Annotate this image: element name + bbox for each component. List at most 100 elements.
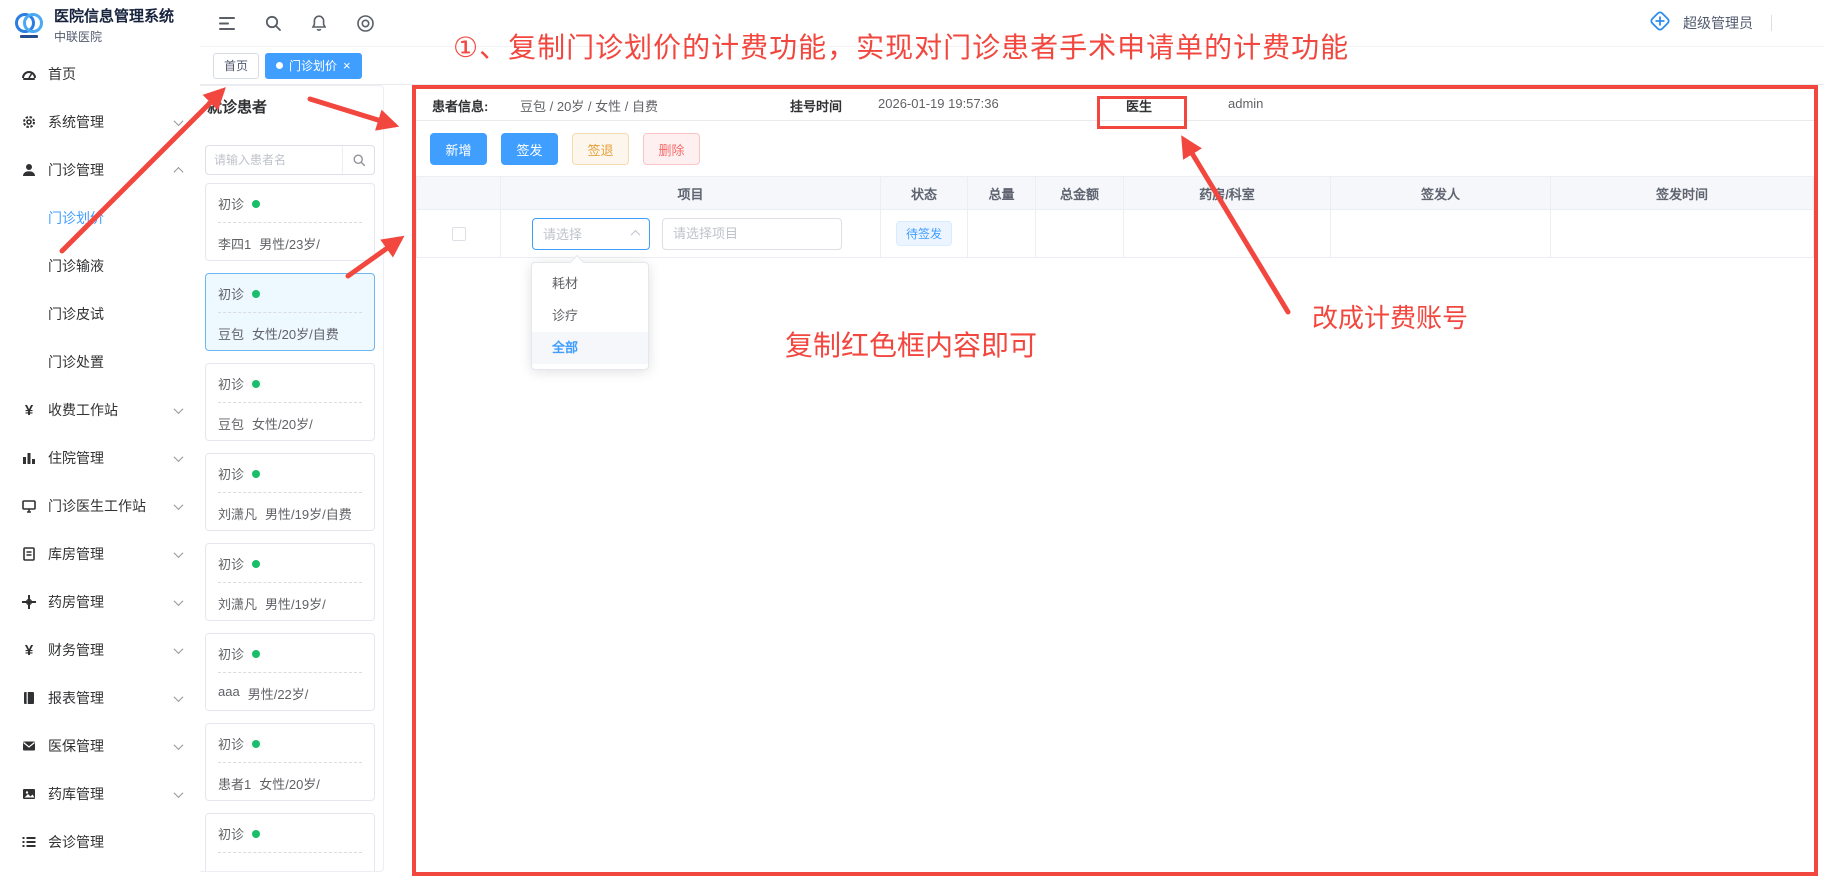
user-area[interactable]: 超级管理员 <box>1647 8 1824 39</box>
sidebar-item-label: 药房管理 <box>48 592 104 612</box>
sidebar-item-report-mgmt[interactable]: 报表管理 <box>0 674 200 722</box>
app-subtitle: 中联医院 <box>54 28 174 45</box>
patient-card[interactable]: 初诊 aaa男性/22岁/ <box>205 633 375 711</box>
chevron-down-icon <box>174 500 184 510</box>
dropdown-option-consumables[interactable]: 耗材 <box>532 268 648 300</box>
patient-info-value: 豆包 / 20岁 / 女性 / 自费 <box>520 96 658 115</box>
screen-adapt-icon[interactable] <box>354 12 376 34</box>
search-icon[interactable] <box>262 12 284 34</box>
close-icon[interactable]: × <box>343 59 351 72</box>
visit-type: 初诊 <box>218 374 244 393</box>
header-amount: 总金额 <box>1036 177 1124 209</box>
sidebar-item-label: 库房管理 <box>48 544 104 564</box>
patient-card[interactable]: 初诊 患者1女性/20岁/ <box>205 723 375 801</box>
sidebar-item-label: 门诊划价 <box>48 208 104 228</box>
top-header-bar: 超级管理员 <box>200 0 1824 47</box>
item-type-select[interactable]: 请选择 <box>532 218 650 250</box>
doctor-value: admin <box>1228 96 1263 111</box>
issue-button[interactable]: 签发 <box>501 133 558 165</box>
sidebar-item-home[interactable]: 首页 <box>0 50 200 98</box>
bell-icon[interactable] <box>308 12 330 34</box>
sidebar: 医院信息管理系统 中联医院 首页 系统管理 <box>0 0 200 880</box>
revoke-button[interactable]: 签退 <box>572 133 629 165</box>
sidebar-item-label: 收费工作站 <box>48 400 118 420</box>
billing-toolbar: 新增 签发 签退 删除 <box>430 133 700 165</box>
patient-info-bar: 患者信息: 豆包 / 20岁 / 女性 / 自费 挂号时间 2026-01-19… <box>416 89 1814 121</box>
bar-chart-icon <box>20 450 38 466</box>
patient-info: 女性/20岁/自费 <box>252 324 339 343</box>
sidebar-item-consultation-mgmt[interactable]: 会诊管理 <box>0 818 200 866</box>
sidebar-item-inpatient-mgmt[interactable]: 住院管理 <box>0 434 200 482</box>
sidebar-item-drug-storage-mgmt[interactable]: 药库管理 <box>0 770 200 818</box>
patient-card[interactable]: 初诊 <box>205 813 375 872</box>
sidebar-subitem-outpatient-pricing[interactable]: 门诊划价 <box>0 194 200 242</box>
row-checkbox[interactable] <box>452 227 466 241</box>
yen-icon: ¥ <box>20 642 38 658</box>
sidebar-item-label: 系统管理 <box>48 112 104 132</box>
active-dot <box>276 62 283 69</box>
status-dot <box>252 830 260 838</box>
sidebar-item-charging-station[interactable]: ¥ 收费工作站 <box>0 386 200 434</box>
book-icon <box>20 690 38 706</box>
sidebar-item-medical-insurance-mgmt[interactable]: 医保管理 <box>0 722 200 770</box>
patient-card-list: 初诊 李四1男性/23岁/ 初诊 豆包女性/20岁/自费 初诊 豆包女性/20岁… <box>205 183 375 872</box>
header-status: 状态 <box>881 177 968 209</box>
status-dot <box>252 740 260 748</box>
patient-info: 女性/20岁/ <box>252 414 313 433</box>
sidebar-item-label: 门诊处置 <box>48 352 104 372</box>
delete-button[interactable]: 删除 <box>643 133 700 165</box>
tab-outpatient-pricing[interactable]: 门诊划价 × <box>265 53 362 79</box>
patient-info: 男性/22岁/ <box>248 684 309 703</box>
patient-card-selected[interactable]: 初诊 豆包女性/20岁/自费 <box>205 273 375 351</box>
sidebar-item-outpatient-doctor-station[interactable]: 门诊医生工作站 <box>0 482 200 530</box>
list-icon <box>20 834 38 850</box>
chevron-up-icon <box>174 166 184 176</box>
billing-table: 项目 状态 总量 总金额 药房/科室 签发人 签发时间 请选择 待签发 <box>416 176 1814 258</box>
sidebar-item-label: 医保管理 <box>48 736 104 756</box>
patient-name: 李四1 <box>218 234 251 253</box>
status-dot <box>252 380 260 388</box>
reg-time-label: 挂号时间 <box>790 96 842 115</box>
patient-search-input[interactable] <box>206 153 342 167</box>
patient-card[interactable]: 初诊 豆包女性/20岁/ <box>205 363 375 441</box>
add-button[interactable]: 新增 <box>430 133 487 165</box>
sidebar-item-warehouse-mgmt[interactable]: 库房管理 <box>0 530 200 578</box>
tab-home[interactable]: 首页 <box>213 53 259 79</box>
cell-amount <box>1036 210 1124 257</box>
yen-icon: ¥ <box>20 402 38 418</box>
sidebar-item-system-mgmt[interactable]: 系统管理 <box>0 98 200 146</box>
user-icon <box>20 162 38 178</box>
sidebar-subitem-outpatient-disposal[interactable]: 门诊处置 <box>0 338 200 386</box>
header-pharmacy-dept: 药房/科室 <box>1124 177 1331 209</box>
collapse-menu-icon[interactable] <box>216 12 238 34</box>
sidebar-item-maintenance-system[interactable]: 维护系统 <box>0 866 200 880</box>
sidebar-item-label: 财务管理 <box>48 640 104 660</box>
patient-info: 男性/19岁/ <box>265 594 326 613</box>
monitor-icon <box>20 498 38 514</box>
patient-card[interactable]: 初诊 刘潇凡男性/19岁/自费 <box>205 453 375 531</box>
app-title-block: 医院信息管理系统 中联医院 <box>54 8 174 45</box>
dropdown-option-all[interactable]: 全部 <box>532 332 648 364</box>
billing-main-area: 患者信息: 豆包 / 20岁 / 女性 / 自费 挂号时间 2026-01-19… <box>416 89 1814 872</box>
sidebar-item-outpatient-mgmt[interactable]: 门诊管理 <box>0 146 200 194</box>
search-icon[interactable] <box>342 146 374 174</box>
status-dot <box>252 470 260 478</box>
dropdown-option-treatment[interactable]: 诊疗 <box>532 300 648 332</box>
tab-label: 门诊划价 <box>289 57 337 74</box>
patient-card[interactable]: 初诊 刘潇凡男性/19岁/ <box>205 543 375 621</box>
cross-arrows-icon <box>20 594 38 610</box>
status-dot <box>252 650 260 658</box>
visit-type: 初诊 <box>218 734 244 753</box>
patient-card[interactable]: 初诊 李四1男性/23岁/ <box>205 183 375 261</box>
visit-type: 初诊 <box>218 824 244 843</box>
sidebar-subitem-outpatient-skin-test[interactable]: 门诊皮试 <box>0 290 200 338</box>
patient-info-label: 患者信息: <box>432 96 488 115</box>
visit-type: 初诊 <box>218 554 244 573</box>
sidebar-subitem-outpatient-infusion[interactable]: 门诊输液 <box>0 242 200 290</box>
item-search-input[interactable] <box>662 218 842 250</box>
reg-time-value: 2026-01-19 19:57:36 <box>878 96 999 111</box>
divider <box>1771 15 1772 31</box>
sidebar-item-pharmacy-mgmt[interactable]: 药房管理 <box>0 578 200 626</box>
mail-icon <box>20 738 38 754</box>
sidebar-item-finance-mgmt[interactable]: ¥ 财务管理 <box>0 626 200 674</box>
